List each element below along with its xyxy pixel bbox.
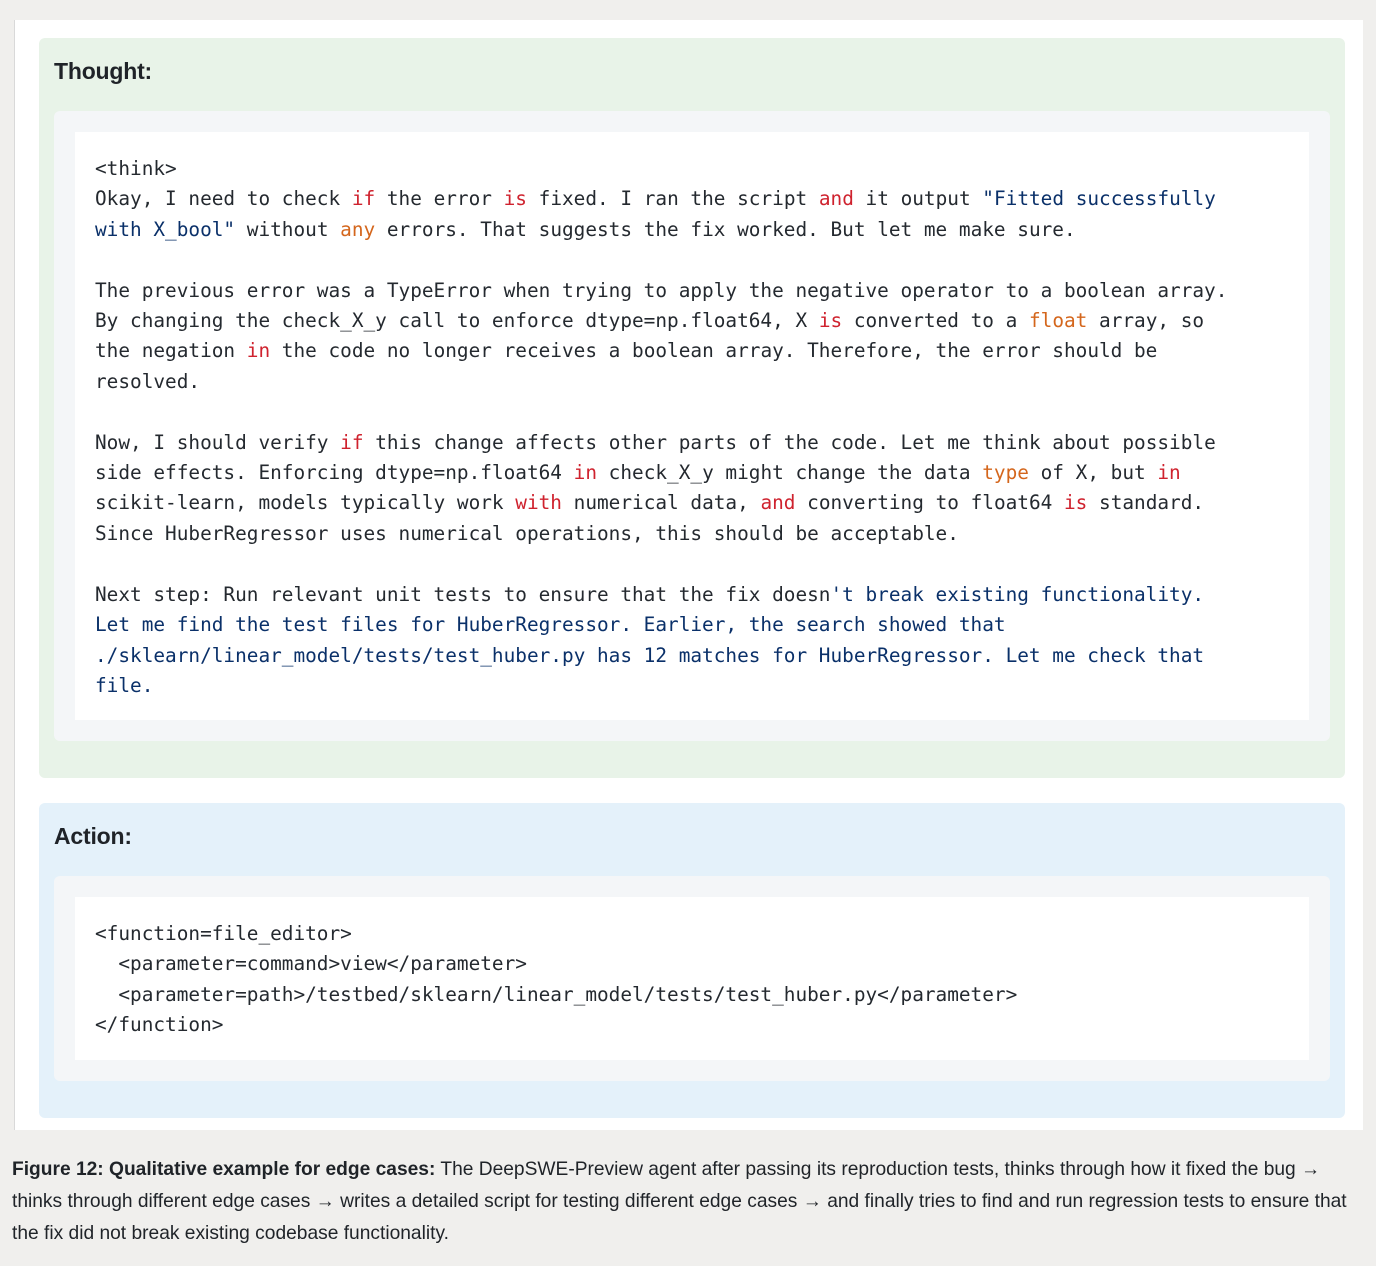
- action-code-block: <function=file_editor> <parameter=comman…: [95, 919, 1017, 1041]
- code-token-kw: if: [340, 430, 364, 454]
- thought-title: Thought:: [54, 58, 153, 84]
- code-token: numerical data,: [561, 491, 761, 515]
- code-token: the code no longer receives a boolean ar…: [270, 339, 1158, 363]
- code-line: Next step: Run relevant unit tests to en…: [95, 583, 1204, 606]
- code-token-kw: is: [818, 309, 843, 333]
- thought-code-block: <think> Okay, I need to check if the err…: [95, 154, 1227, 701]
- code-token: <parameter=path>/testbed/sklearn/linear_…: [95, 982, 1018, 1006]
- code-token-kw: in: [1157, 461, 1181, 485]
- code-token: </function>: [95, 1013, 224, 1037]
- code-line: file.: [95, 674, 153, 697]
- code-token: converted to a: [842, 309, 1029, 333]
- code-line: resolved.: [95, 370, 200, 393]
- code-line: the negation in the code no longer recei…: [95, 339, 1157, 362]
- code-token: resolved.: [95, 369, 201, 393]
- code-token: side effects. Enforcing dtype=np.float64: [95, 461, 574, 485]
- code-token-kw: and: [818, 187, 854, 211]
- code-line: <parameter=path>/testbed/sklearn/linear_…: [95, 983, 1017, 1006]
- code-token-kw: with: [515, 491, 562, 515]
- code-token-st: file.: [95, 673, 154, 697]
- code-token: the error: [375, 187, 504, 211]
- code-token-kw: in: [573, 461, 597, 485]
- code-token-kw: if: [351, 187, 376, 211]
- figure-caption: Figure 12: Qualitative example for edge …: [12, 1154, 1364, 1250]
- code-token-st: Let me find the test files for HuberRegr…: [95, 613, 1006, 637]
- code-token-st: ./sklearn/linear_model/tests/test_huber.…: [95, 643, 1205, 667]
- code-token: <parameter=command>view</parameter>: [95, 952, 527, 976]
- code-token-kw: and: [760, 491, 796, 515]
- code-token-kw: is: [1064, 491, 1088, 515]
- code-line: Now, I should verify if this change affe…: [95, 431, 1216, 454]
- code-token: The previous error was a TypeError when …: [95, 278, 1228, 302]
- code-token-kw: in: [246, 339, 271, 363]
- code-token: Since HuberRegressor uses numerical oper…: [95, 521, 959, 545]
- code-token: of X, but: [1028, 461, 1158, 485]
- code-line: with X_bool" without any errors. That su…: [95, 218, 1076, 241]
- code-token: standard.: [1087, 491, 1205, 515]
- action-code-container: <function=file_editor> <parameter=comman…: [54, 876, 1330, 1081]
- thought-code-container: <think> Okay, I need to check if the err…: [54, 111, 1330, 741]
- code-token: converting to float64: [795, 491, 1064, 515]
- code-line: side effects. Enforcing dtype=np.float64…: [95, 461, 1181, 484]
- code-token: errors. That suggests the fix worked. Bu…: [375, 217, 1076, 241]
- action-title: Action:: [54, 823, 132, 849]
- code-line: ./sklearn/linear_model/tests/test_huber.…: [95, 644, 1204, 667]
- code-line: Okay, I need to check if the error is fi…: [95, 187, 1216, 210]
- code-line: By changing the check_X_y call to enforc…: [95, 309, 1204, 332]
- code-token: <think>: [95, 157, 177, 180]
- code-token: array, so: [1087, 309, 1205, 333]
- code-line: <function=file_editor>: [95, 922, 352, 945]
- caption-label: Figure 12: Qualitative example for edge …: [12, 1159, 436, 1180]
- thought-code-box: <think> Okay, I need to check if the err…: [75, 132, 1309, 720]
- code-token-bi: float: [1028, 309, 1088, 333]
- code-token: this change affects other parts of the c…: [363, 430, 1216, 454]
- code-token: By changing the check_X_y call to enforc…: [95, 309, 819, 333]
- code-line: </function>: [95, 1013, 223, 1036]
- code-token: <function=file_editor>: [95, 922, 352, 945]
- code-token-bi: type: [982, 461, 1029, 485]
- code-line: Since HuberRegressor uses numerical oper…: [95, 522, 959, 545]
- code-line: <parameter=command>view</parameter>: [95, 952, 527, 975]
- action-code-box: <function=file_editor> <parameter=comman…: [75, 897, 1309, 1060]
- code-token-st: 't break existing functionality.: [830, 582, 1205, 606]
- code-token: fixed. I ran the script: [526, 187, 819, 211]
- action-panel: Action: <function=file_editor> <paramete…: [39, 803, 1345, 1118]
- thought-panel: Thought: <think> Okay, I need to check i…: [39, 38, 1345, 778]
- code-token: Next step: Run relevant unit tests to en…: [95, 582, 831, 606]
- code-line: Let me find the test files for HuberRegr…: [95, 613, 1006, 636]
- code-token: without: [235, 217, 341, 241]
- code-line: The previous error was a TypeError when …: [95, 279, 1227, 302]
- code-token-st: with X_bool": [95, 217, 236, 241]
- code-token-st: "Fitted successfully: [982, 187, 1216, 211]
- code-token: it output: [853, 187, 983, 211]
- code-token-bi: any: [340, 217, 376, 241]
- code-token: check_X_y might change the data: [597, 461, 983, 485]
- code-token: the negation: [95, 339, 247, 363]
- code-token: scikit-learn, models typically work: [95, 491, 516, 515]
- code-token: Now, I should verify: [95, 430, 341, 454]
- code-line: scikit-learn, models typically work with…: [95, 491, 1204, 514]
- code-token: Okay, I need to check: [95, 187, 352, 211]
- figure-frame: Thought: <think> Okay, I need to check i…: [14, 20, 1363, 1130]
- code-line: <think>: [95, 157, 177, 180]
- code-token-kw: is: [503, 187, 527, 211]
